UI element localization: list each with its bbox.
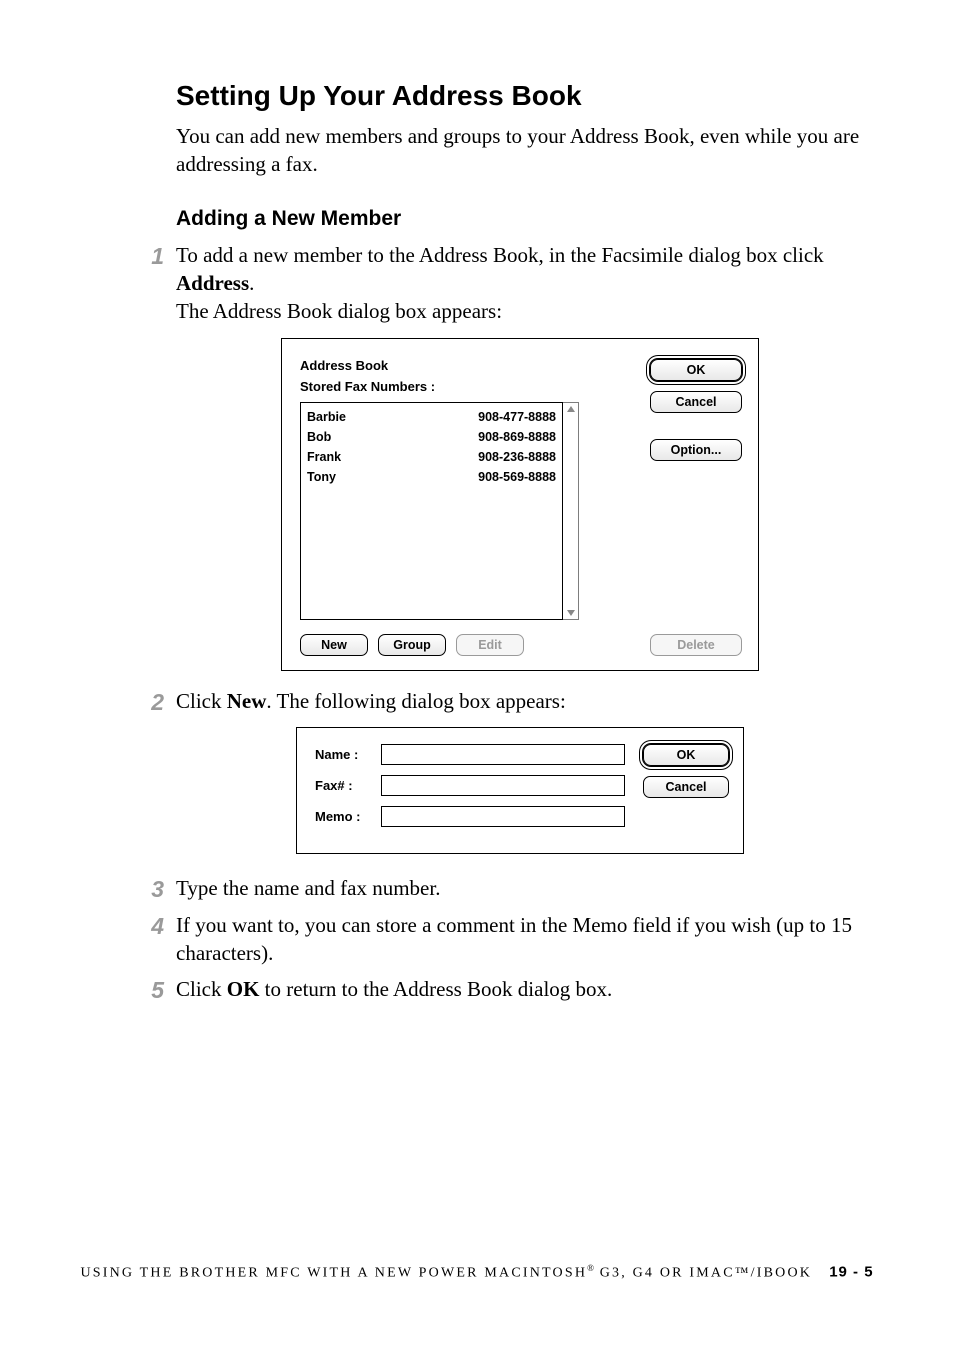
ui-term: OK [227,977,260,1001]
option-button[interactable]: Option... [650,439,742,461]
step-number: 2 [136,687,164,718]
memo-label: Memo : [315,808,371,826]
step-number: 1 [136,241,164,272]
step-text: If you want to, you can store a comment … [176,913,852,965]
registered-mark: ® [587,1263,594,1273]
step-text: . The following dialog box appears: [266,689,565,713]
memo-field[interactable] [381,806,625,827]
cancel-button[interactable]: Cancel [643,776,729,798]
contact-fax: 908-869-8888 [478,427,556,447]
step-text: The Address Book dialog box appears: [176,299,502,323]
step-2: 2 Click New. The following dialog box ap… [136,687,864,854]
step-4: 4 If you want to, you can store a commen… [136,911,864,968]
dialog-title: Address Book [300,357,636,375]
subsection-heading: Adding a New Member [176,207,864,231]
name-label: Name : [315,746,371,764]
step-number: 3 [136,874,164,905]
fax-label: Fax# : [315,777,371,795]
contact-fax: 908-236-8888 [478,447,556,467]
step-3: 3 Type the name and fax number. [136,874,864,902]
page-footer: USING THE BROTHER MFC WITH A NEW POWER M… [0,1263,954,1282]
scroll-down-icon[interactable] [567,610,575,616]
step-text: Click [176,689,227,713]
ok-button[interactable]: OK [643,744,729,766]
list-item[interactable]: Tony 908-569-8888 [307,467,556,487]
ui-term: New [227,689,267,713]
listbox-scrollbar[interactable] [563,402,579,620]
address-book-dialog: Address Book Stored Fax Numbers : Barbie… [281,338,759,671]
fax-number-listbox[interactable]: Barbie 908-477-8888 Bob 908-869-8888 Frank… [300,402,563,620]
contact-fax: 908-477-8888 [478,407,556,427]
delete-button[interactable]: Delete [650,634,742,656]
step-text: Click [176,977,227,1001]
new-member-dialog: Name : Fax# : Memo : OK Cancel [296,727,744,854]
step-text: Type the name and fax number. [176,876,440,900]
dialog-subtitle: Stored Fax Numbers : [300,378,636,396]
scroll-up-icon[interactable] [567,406,575,412]
step-text: To add a new member to the Address Book,… [176,243,824,267]
list-item[interactable]: Bob 908-869-8888 [307,427,556,447]
contact-name: Tony [307,467,336,487]
contact-name: Frank [307,447,341,467]
page-number: 19 - 5 [829,1264,873,1281]
step-text: . [249,271,254,295]
step-number: 5 [136,975,164,1006]
step-number: 4 [136,911,164,942]
footer-text: G3, G4 OR IMAC™/IBOOK [594,1266,812,1281]
contact-name: Bob [307,427,331,447]
list-item[interactable]: Barbie 908-477-8888 [307,407,556,427]
contact-name: Barbie [307,407,346,427]
section-intro: You can add new members and groups to yo… [176,122,864,179]
contact-fax: 908-569-8888 [478,467,556,487]
group-button[interactable]: Group [378,634,446,656]
cancel-button[interactable]: Cancel [650,391,742,413]
ui-term: Address [176,271,249,295]
footer-text: USING THE BROTHER MFC WITH A NEW POWER M… [80,1266,587,1281]
ok-button[interactable]: OK [650,359,742,381]
fax-field[interactable] [381,775,625,796]
name-field[interactable] [381,744,625,765]
step-5: 5 Click OK to return to the Address Book… [136,975,864,1003]
edit-button[interactable]: Edit [456,634,524,656]
new-button[interactable]: New [300,634,368,656]
list-item[interactable]: Frank 908-236-8888 [307,447,556,467]
step-text: to return to the Address Book dialog box… [259,977,612,1001]
section-heading: Setting Up Your Address Book [176,80,864,112]
step-1: 1 To add a new member to the Address Boo… [136,241,864,671]
